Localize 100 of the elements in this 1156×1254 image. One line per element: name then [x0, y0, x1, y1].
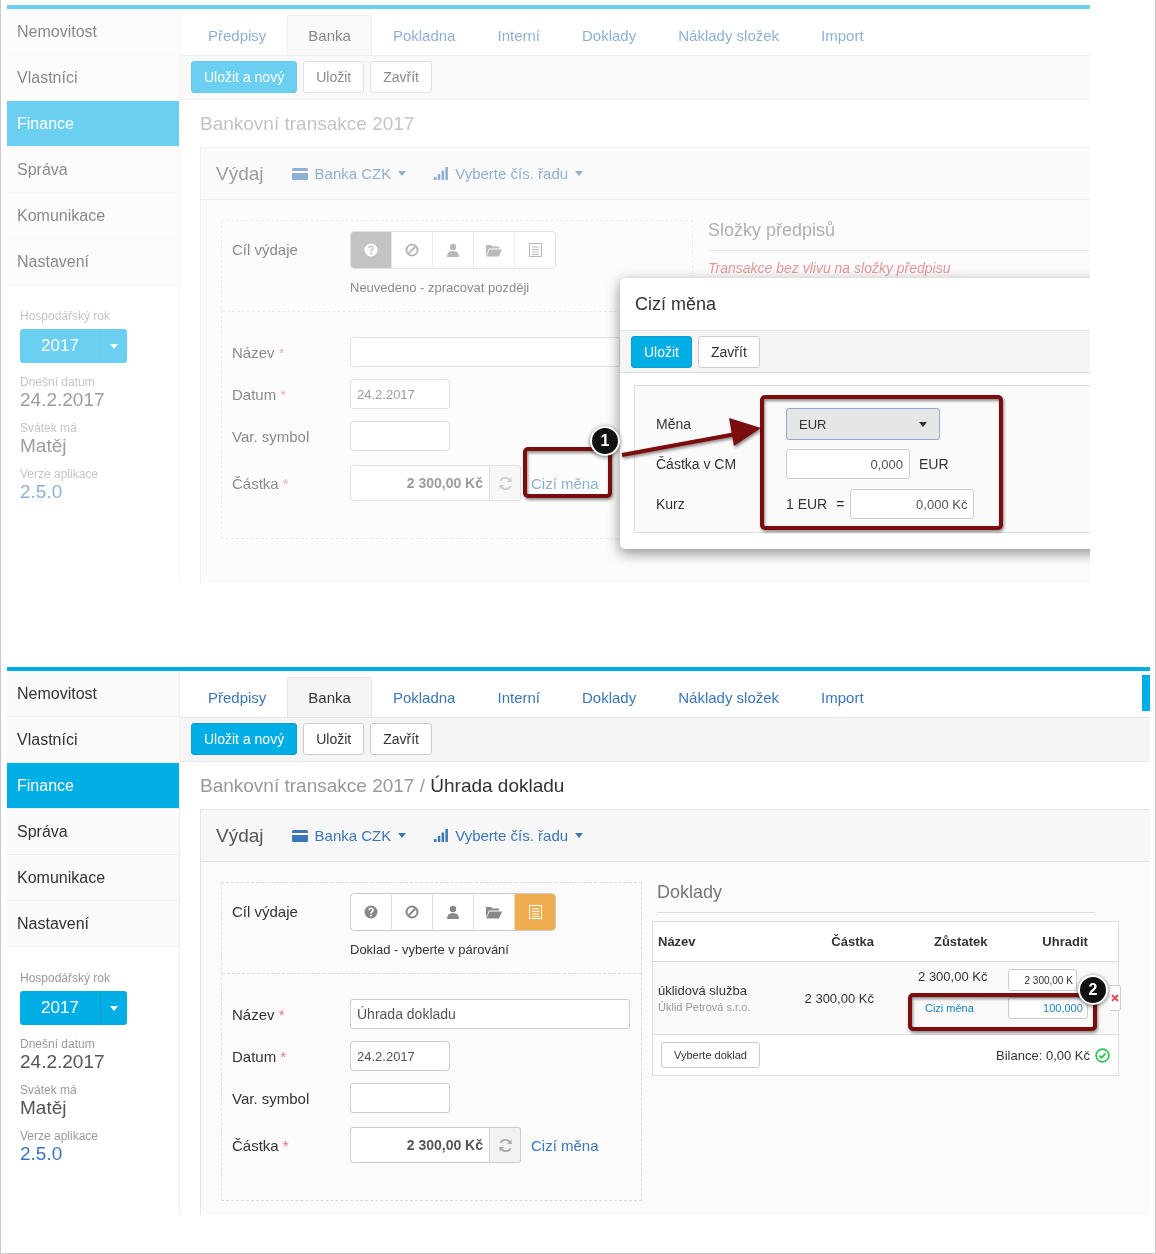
- toolbar-button[interactable]: Zavřít: [370, 723, 432, 755]
- refresh-icon: [497, 1137, 513, 1153]
- select-document-button[interactable]: Vyberte doklad: [661, 1042, 760, 1068]
- foreign-currency-link[interactable]: Cizí měna: [531, 474, 599, 492]
- info-label: Svátek má: [20, 421, 78, 435]
- version-link[interactable]: 2.5.0: [20, 1143, 166, 1165]
- question-icon: [364, 905, 378, 919]
- caret-icon: [110, 1005, 118, 1011]
- tab[interactable]: Náklady složek: [657, 677, 801, 717]
- tab[interactable]: Import: [800, 15, 885, 55]
- remove-button[interactable]: [1109, 985, 1121, 1011]
- info-label: Hospodářský rok: [20, 971, 112, 985]
- sidebar-item[interactable]: Finance: [7, 763, 179, 809]
- toolbar-button[interactable]: Uložit: [303, 61, 365, 93]
- tab[interactable]: Interní: [476, 15, 561, 55]
- table-cell-text: 2 300,00 Kč: [917, 969, 988, 984]
- tab[interactable]: Náklady složek: [657, 15, 801, 55]
- close-icon: [1110, 994, 1119, 1002]
- question-icon: [364, 243, 378, 257]
- tab[interactable]: Pokladna: [371, 677, 477, 717]
- info-value: 24.2.2017: [20, 1051, 106, 1073]
- info-note[interactable]: Transakce bez vlivu na složky předpisu: [708, 260, 951, 276]
- user-icon: [446, 905, 460, 919]
- amount-field[interactable]: 2 300,00 Kč: [350, 465, 490, 501]
- card-icon: [291, 829, 308, 842]
- supplier-name: Úklid Petrová s.r.o.: [658, 1001, 752, 1013]
- tab[interactable]: Pokladna: [371, 15, 477, 55]
- sidebar-item[interactable]: Správa: [7, 809, 179, 855]
- column-header: Zůstatek: [878, 922, 993, 962]
- panel-title: Výdaj: [216, 824, 264, 847]
- name-field[interactable]: Úhrada dokladu: [350, 999, 630, 1029]
- tab[interactable]: Banka: [287, 15, 372, 55]
- caret-icon: [919, 421, 927, 427]
- series-dropdown[interactable]: Vyberte čís. řadu: [434, 165, 584, 182]
- tab[interactable]: Doklady: [561, 15, 658, 55]
- version-link[interactable]: 2.5.0: [20, 481, 166, 503]
- series-dropdown[interactable]: Vyberte čís. řadu: [434, 827, 584, 844]
- amount-field[interactable]: 2 300,00 Kč: [350, 1127, 490, 1163]
- sidebar-item[interactable]: Nemovitost: [7, 671, 179, 717]
- balance-text: Bilance: 0,00 Kč: [996, 1047, 1090, 1063]
- list-icon: [528, 243, 542, 257]
- amount-field[interactable]: 0,000: [786, 449, 910, 479]
- rate-field[interactable]: 0,000 Kč: [850, 489, 975, 519]
- close-button[interactable]: Zavřít: [698, 336, 760, 368]
- page-title: Bankovní transakce 2017 / Úhrada dokladu: [199, 774, 566, 798]
- tab[interactable]: Interní: [476, 677, 561, 717]
- caret-icon: [575, 171, 584, 176]
- side-button[interactable]: [1142, 675, 1150, 711]
- text-field[interactable]: 24.2.2017: [350, 379, 450, 409]
- pay-field[interactable]: 2 300,00 K: [1007, 969, 1077, 991]
- tab[interactable]: Import: [800, 677, 885, 717]
- tab[interactable]: Předpisy: [187, 677, 288, 717]
- currency-select[interactable]: EUR: [786, 408, 940, 440]
- field-label: Datum *: [232, 1047, 288, 1065]
- field-label: Částka *: [232, 474, 290, 492]
- section-title: Složky předpisů: [708, 220, 837, 241]
- name-field[interactable]: [350, 337, 620, 367]
- target-option[interactable]: [351, 232, 391, 268]
- field-label: Cíl výdaje: [232, 902, 299, 922]
- refresh-icon: [497, 475, 513, 491]
- refresh-button[interactable]: [490, 465, 521, 501]
- signal-bars-icon: [434, 829, 449, 842]
- caret-icon: [110, 343, 118, 349]
- tab[interactable]: Doklady: [561, 677, 658, 717]
- refresh-button[interactable]: [490, 1127, 521, 1163]
- field-label: Var. symbol: [232, 427, 311, 445]
- foreign-currency-link[interactable]: Cizi měna: [924, 1002, 974, 1014]
- bank-dropdown[interactable]: Banka CZK: [291, 827, 407, 844]
- tab[interactable]: Banka: [287, 677, 372, 717]
- caret-icon: [398, 833, 407, 838]
- info-label: Hospodářský rok: [20, 309, 112, 323]
- sidebar-item[interactable]: Vlastníci: [7, 717, 179, 763]
- field-label: Název *: [232, 343, 286, 361]
- field-label: Měna: [656, 416, 693, 432]
- foreign-amount-field[interactable]: 100,000: [1007, 997, 1088, 1019]
- folder-icon: [486, 905, 502, 919]
- save-new-button[interactable]: Uložit a nový: [191, 723, 298, 755]
- ban-icon: [405, 243, 419, 257]
- section-title: Doklady: [657, 882, 724, 903]
- text-field[interactable]: [350, 1083, 450, 1113]
- tab[interactable]: Předpisy: [187, 15, 288, 55]
- field-label: Cíl výdaje: [232, 240, 299, 260]
- target-option[interactable]: [514, 894, 555, 930]
- field-label: Var. symbol: [232, 1089, 311, 1107]
- sidebar-item[interactable]: Nastavení: [7, 901, 179, 947]
- info-label: Svátek má: [20, 1083, 78, 1097]
- folder-icon: [486, 243, 502, 257]
- text-field[interactable]: 24.2.2017: [350, 1041, 450, 1071]
- sidebar-item[interactable]: Komunikace: [7, 855, 179, 901]
- save-button[interactable]: Uložit: [631, 336, 692, 368]
- field-label: Částka *: [232, 1136, 290, 1154]
- column-header: Uhradit: [992, 922, 1093, 962]
- field-label: Datum *: [232, 385, 288, 403]
- toolbar-button[interactable]: Zavřít: [370, 61, 432, 93]
- foreign-currency-link[interactable]: Cizí měna: [531, 1136, 599, 1154]
- unit-label: EUR: [919, 456, 949, 472]
- bank-dropdown[interactable]: Banka CZK: [291, 165, 407, 182]
- toolbar-button[interactable]: Uložit: [303, 723, 365, 755]
- text-field[interactable]: [350, 421, 450, 451]
- ban-icon: [405, 905, 419, 919]
